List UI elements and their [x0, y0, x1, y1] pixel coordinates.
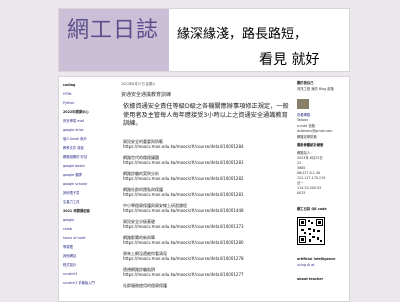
sidebar-text: e-mail 信箱 — [297, 124, 315, 128]
course-entry: 透視網路詐騙陷阱 https://moocs.moe.edu.tw/moocs/#… — [123, 267, 244, 277]
sidebar-section-heading: 關於我自己 — [297, 81, 314, 85]
sidebar-link[interactable]: 其他電子書 — [63, 191, 79, 195]
sidebar-link[interactable]: 生產力工具 — [63, 200, 79, 204]
sidebar-link[interactable]: 其他網站 — [63, 254, 76, 258]
sidebar-text: 3865 — [297, 166, 306, 170]
course-link[interactable]: https://moocs.moe.edu.tw/moocs/#/course/… — [123, 208, 244, 213]
sidebar-text: 網路站人： — [297, 151, 314, 155]
sidebar-text: Taiwan — [297, 118, 309, 122]
right-sidebar: 關於我自己資訊工程 我的 Blog 部落 查看網路 Taiwan e-mail 信箱 d… — [297, 77, 349, 301]
sidebar-link[interactable]: Python — [63, 101, 74, 105]
content-area: coding HTML Python 2022年開課中心 資安學習 mail google… — [58, 76, 350, 302]
post-title[interactable]: 資通安全通識教育訓練 — [121, 91, 171, 98]
course-entry: 網路世代的倫理議題 https://moocs.moe.edu.tw/moocs/… — [123, 155, 244, 165]
course-link[interactable]: https://moocs.moe.edu.tw/moocs/#/course/… — [123, 160, 244, 165]
sidebar-section-heading: about teacher — [297, 277, 324, 281]
course-link[interactable]: https://moocs.moe.edu.tw/moocs/#/course/… — [123, 192, 244, 197]
sidebar-text: 06/127.0.1.40 — [297, 171, 321, 175]
course-link[interactable]: https://moocs.moe.edu.tw/moocs/#/course/… — [123, 176, 244, 181]
sidebar-section-heading: coding — [63, 83, 76, 87]
sidebar-text: 122.117.170.219 — [297, 176, 326, 180]
course-link[interactable]: https://moocs.moe.edu.tw/moocs/#/course/… — [123, 144, 244, 149]
sidebar-link[interactable]: 程式設計 — [63, 263, 76, 267]
sidebar-link[interactable]: 資安學習 mail — [63, 119, 84, 123]
sidebar-section-heading: 2021 再開課紀錄 — [63, 209, 90, 213]
sidebar-text: 114.33.200.93 — [297, 186, 322, 190]
sidebar-link[interactable]: google books — [63, 164, 85, 168]
sidebar-link[interactable]: google drive — [63, 128, 84, 132]
sidebar-section-heading: 2022年開課中心 — [63, 110, 89, 114]
course-entry: 中小學個資保護與資安線上研習課程 https://moocs.moe.edu.tw… — [123, 203, 244, 213]
sidebar-text: 22 — [297, 161, 302, 165]
sidebar-link[interactable]: 網路相關的 好站 — [63, 155, 87, 159]
sidebar-text: dcbeams@gmail.com — [297, 129, 333, 133]
course-entry: 社群服務使用的個資保護 — [123, 283, 167, 288]
sidebar-link[interactable]: scratch3 手機版入門 — [63, 281, 95, 285]
sidebar-link[interactable]: using AI at — [297, 263, 315, 267]
post-intro: 依據資通安全責任等級D級之各機關應辦事項修正規定，一般使用者及主管每人每年應接受… — [123, 103, 289, 128]
sidebar-link[interactable]: 學習藏 — [63, 245, 73, 249]
blog-header-banner: 網工日誌 緣深緣淺，路長路短， 看見 就好 — [58, 8, 350, 72]
sidebar-text: 近一 — [297, 181, 304, 185]
course-link[interactable]: https://moocs.moe.edu.tw/moocs/#/course/… — [123, 256, 244, 261]
sidebar-text: 0025 — [297, 191, 306, 195]
course-entry: 資訊安全分級基礎 https://moocs.moe.edu.tw/moocs/#… — [123, 219, 244, 229]
course-entry: 網路詐騙的案例分析 https://moocs.moe.edu.tw/moocs/… — [123, 171, 244, 181]
qr-code-image — [297, 217, 325, 245]
blog-title[interactable]: 網工日誌 — [67, 12, 159, 44]
course-link[interactable]: https://moocs.moe.edu.tw/moocs/#/course/… — [123, 224, 244, 229]
course-entry: 網路影響的新與舉 https://moocs.moe.edu.tw/moocs/#… — [123, 235, 244, 245]
blog-slogan-line2: 看見 就好 — [259, 52, 320, 68]
sidebar-section-heading: 網工日誌 QR code — [297, 207, 327, 211]
sidebar-link[interactable]: 個人Gmail 帳戶 — [63, 137, 87, 141]
sidebar-link[interactable]: google scholar — [63, 182, 87, 186]
course-entry: 原來上網沒遺被你看清見 https://moocs.moe.edu.tw/mooc… — [123, 251, 244, 261]
profile-avatar[interactable] — [297, 99, 309, 109]
sidebar-link[interactable]: HTML — [63, 92, 72, 96]
post-date: 2022年8月27日 星期六 — [121, 82, 156, 86]
banner-title-panel: 網工日誌 — [59, 9, 169, 71]
course-entry: 網路社群的隱私與保護 https://moocs.moe.edu.tw/moocs… — [123, 187, 244, 197]
post-area: 2022年8月27日 星期六 資通安全通識教育訓練 依據資通安全責任等級D級之各… — [119, 79, 294, 301]
sidebar-text: 網路攻擊防範 — [297, 135, 317, 139]
sidebar-text: 資訊工程 我的 Blog 部落 — [297, 87, 334, 91]
sidebar-link[interactable]: 教學文件 樣板 — [63, 146, 84, 150]
sidebar-text: 2023年 8月25日 — [297, 156, 323, 160]
course-link[interactable]: https://moocs.moe.edu.tw/moocs/#/course/… — [123, 272, 244, 277]
sidebar-section-heading: artificial intelligence — [297, 257, 336, 261]
sidebar-link[interactable]: colab — [63, 227, 72, 231]
sidebar-section-heading: 最新參觀統計總數 — [297, 143, 324, 147]
sidebar-link[interactable]: 查看網路 — [297, 113, 310, 117]
sidebar-link[interactable]: hours of code — [63, 236, 86, 240]
course-link[interactable]: https://moocs.moe.edu.tw/moocs/#/course/… — [123, 240, 244, 245]
course-entry: 資訊安全的重要與防範 https://moocs.moe.edu.tw/moocs… — [123, 139, 244, 149]
sidebar-link[interactable]: scratch3 — [63, 272, 77, 276]
sidebar-link[interactable]: google 翻譯 — [63, 173, 82, 177]
course-name: 社群服務使用的個資保護 — [123, 283, 167, 288]
sidebar-link[interactable]: google — [63, 218, 74, 222]
left-sidebar: coding HTML Python 2022年開課中心 資安學習 mail google… — [59, 77, 113, 301]
blog-slogan-line1: 緣深緣淺，路長路短， — [177, 27, 308, 42]
